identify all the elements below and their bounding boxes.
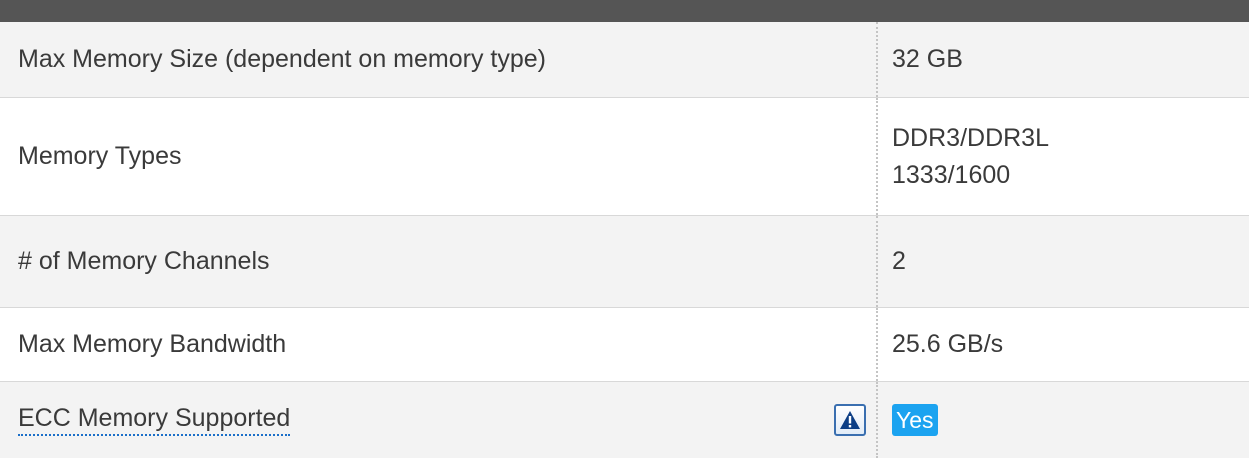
spec-value: Yes <box>876 382 1249 458</box>
spec-row-ecc-memory: ECC Memory Supported Yes <box>0 382 1249 458</box>
spec-row-max-memory-size: Max Memory Size (dependent on memory typ… <box>0 22 1249 98</box>
spec-value-line: DDR3/DDR3L <box>892 123 1049 152</box>
section-header-bar <box>0 0 1249 22</box>
spec-label: Max Memory Size (dependent on memory typ… <box>18 45 546 73</box>
spec-value: DDR3/DDR3L 1333/1600 <box>876 98 1249 215</box>
ecc-memory-tooltip-link[interactable]: ECC Memory Supported <box>18 404 291 436</box>
spec-label: Max Memory Bandwidth <box>18 330 287 358</box>
spec-value: 32 GB <box>876 22 1249 97</box>
spec-value: 25.6 GB/s <box>876 308 1249 381</box>
spec-row-memory-types: Memory Types DDR3/DDR3L 1333/1600 <box>0 98 1249 216</box>
spec-value: 2 <box>876 216 1249 307</box>
yes-badge: Yes <box>892 404 938 436</box>
spec-label: # of Memory Channels <box>18 247 270 275</box>
memory-spec-table: Max Memory Size (dependent on memory typ… <box>0 22 1249 458</box>
spec-value-line: 1333/1600 <box>892 160 1011 189</box>
info-warning-icon[interactable] <box>834 404 866 436</box>
spec-label: Memory Types <box>18 142 182 170</box>
spec-row-memory-channels: # of Memory Channels 2 <box>0 216 1249 308</box>
spec-label-cell: ECC Memory Supported <box>0 382 876 458</box>
spec-row-max-memory-bandwidth: Max Memory Bandwidth 25.6 GB/s <box>0 308 1249 382</box>
